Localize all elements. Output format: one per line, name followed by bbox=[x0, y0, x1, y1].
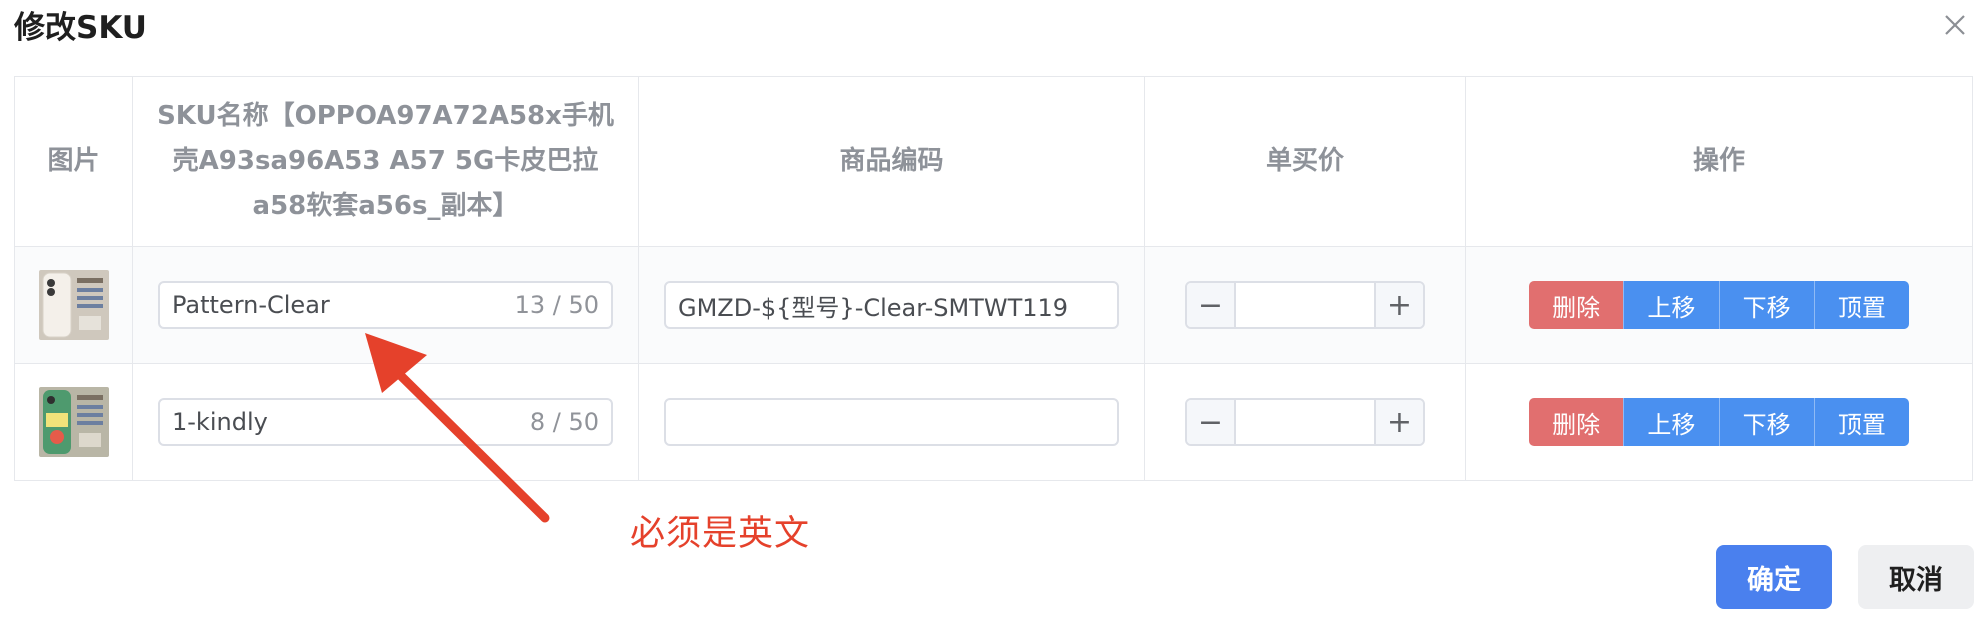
cell-product-code bbox=[638, 363, 1145, 481]
cell-image bbox=[14, 246, 133, 364]
minus-button[interactable]: − bbox=[1187, 400, 1236, 444]
move-up-button[interactable]: 上移 bbox=[1623, 281, 1719, 329]
cancel-button[interactable]: 取消 bbox=[1858, 545, 1974, 609]
plus-button[interactable]: + bbox=[1374, 400, 1423, 444]
dialog-title: 修改SKU bbox=[14, 10, 147, 46]
product-code-value: GMZD-${型号}-Clear-SMTWT119 bbox=[678, 293, 1069, 322]
phone-case-thumbnail-kindly[interactable] bbox=[38, 387, 109, 457]
pin-top-button[interactable]: 顶置 bbox=[1813, 398, 1909, 446]
product-code-input[interactable]: GMZD-${型号}-Clear-SMTWT119 bbox=[664, 281, 1119, 329]
cell-sku-name: 1-kindly 8 / 50 bbox=[132, 363, 639, 481]
row-action-group: 删除 上移 下移 顶置 bbox=[1529, 398, 1909, 446]
price-input[interactable] bbox=[1236, 400, 1374, 444]
annotation-text: 必须是英文 bbox=[630, 514, 811, 554]
sku-name-input[interactable]: Pattern-Clear 13 / 50 bbox=[158, 281, 613, 329]
pin-top-button[interactable]: 顶置 bbox=[1813, 281, 1909, 329]
confirm-button[interactable]: 确定 bbox=[1716, 545, 1832, 609]
sku-name-input[interactable]: 1-kindly 8 / 50 bbox=[158, 398, 613, 446]
move-down-button[interactable]: 下移 bbox=[1718, 281, 1814, 329]
product-code-input[interactable] bbox=[664, 398, 1119, 446]
cell-image bbox=[14, 363, 133, 481]
close-icon[interactable] bbox=[1940, 10, 1970, 40]
minus-button[interactable]: − bbox=[1187, 283, 1236, 327]
price-stepper: − + bbox=[1185, 281, 1425, 329]
cell-actions: 删除 上移 下移 顶置 bbox=[1465, 246, 1973, 364]
sku-name-char-count: 13 / 50 bbox=[514, 291, 599, 319]
sku-name-value: Pattern-Clear bbox=[172, 291, 330, 319]
cell-product-code: GMZD-${型号}-Clear-SMTWT119 bbox=[638, 246, 1145, 364]
header-actions: 操作 bbox=[1465, 76, 1973, 247]
plus-button[interactable]: + bbox=[1374, 283, 1423, 327]
header-sku-name-text: SKU名称【OPPOA97A72A58x手机壳A93sa96A53 A57 5G… bbox=[157, 101, 614, 221]
table-row: 1-kindly 8 / 50 − + 删除 上移 下移 顶置 bbox=[14, 363, 1973, 481]
price-input[interactable] bbox=[1236, 283, 1374, 327]
sku-table: 图片 SKU名称【OPPOA97A72A58x手机壳A93sa96A53 A57… bbox=[14, 76, 1973, 481]
phone-case-thumbnail-clear[interactable] bbox=[38, 270, 109, 340]
table-header-row: 图片 SKU名称【OPPOA97A72A58x手机壳A93sa96A53 A57… bbox=[14, 76, 1973, 247]
cell-unit-price: − + bbox=[1144, 246, 1466, 364]
header-unit-price: 单买价 bbox=[1144, 76, 1466, 247]
sku-name-char-count: 8 / 50 bbox=[529, 408, 599, 436]
move-up-button[interactable]: 上移 bbox=[1623, 398, 1719, 446]
table-row: Pattern-Clear 13 / 50 GMZD-${型号}-Clear-S… bbox=[14, 246, 1973, 364]
delete-button[interactable]: 删除 bbox=[1529, 398, 1624, 446]
header-sku-name: SKU名称【OPPOA97A72A58x手机壳A93sa96A53 A57 5G… bbox=[132, 76, 639, 247]
cell-unit-price: − + bbox=[1144, 363, 1466, 481]
header-image: 图片 bbox=[14, 76, 133, 247]
cell-sku-name: Pattern-Clear 13 / 50 bbox=[132, 246, 639, 364]
row-action-group: 删除 上移 下移 顶置 bbox=[1529, 281, 1909, 329]
cell-actions: 删除 上移 下移 顶置 bbox=[1465, 363, 1973, 481]
price-stepper: − + bbox=[1185, 398, 1425, 446]
delete-button[interactable]: 删除 bbox=[1529, 281, 1624, 329]
header-product-code: 商品编码 bbox=[638, 76, 1145, 247]
sku-name-value: 1-kindly bbox=[172, 408, 268, 436]
move-down-button[interactable]: 下移 bbox=[1718, 398, 1814, 446]
